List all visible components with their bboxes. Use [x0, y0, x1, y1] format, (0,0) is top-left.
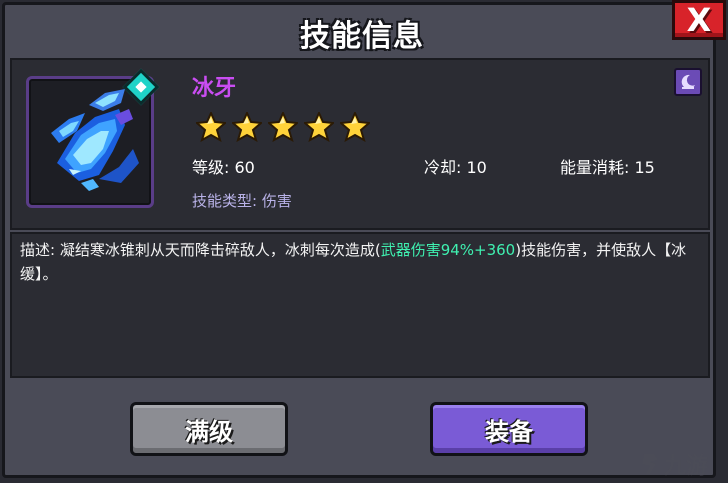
- star-icon: [232, 112, 262, 142]
- star-icon: [304, 112, 334, 142]
- star-icon: [268, 112, 298, 142]
- watermark-text: 九游: [664, 454, 709, 479]
- close-button[interactable]: X: [672, 0, 726, 40]
- moon-icon: [681, 74, 695, 89]
- skill-energy-cost: 能量消耗: 15: [560, 158, 655, 177]
- watermark-logo-icon: [642, 454, 658, 474]
- skill-cooldown: 冷却: 10: [424, 158, 487, 177]
- max-level-button[interactable]: 满级: [130, 402, 288, 456]
- star-icon: [340, 112, 370, 142]
- skill-level: 等级: 60: [192, 158, 255, 177]
- skill-name: 冰牙: [192, 76, 237, 101]
- skill-type: 技能类型: 伤害: [192, 192, 292, 210]
- dialog-title: 技能信息: [300, 19, 424, 54]
- skill-description: 描述: 凝结寒冰锥刺从天而降击碎敌人，冰刺每次造成(武器伤害94%+360)技能…: [20, 238, 700, 286]
- star-icon: [196, 112, 226, 142]
- watermark: 九游: [640, 448, 708, 480]
- element-type-icon: [674, 68, 702, 96]
- equip-button[interactable]: 装备: [430, 402, 588, 456]
- damage-formula-highlight: 武器伤害94%+360: [380, 241, 516, 259]
- close-icon: X: [686, 1, 712, 39]
- description-text-prefix: 描述: 凝结寒冰锥刺从天而降击碎敌人，冰刺每次造成(: [20, 241, 381, 259]
